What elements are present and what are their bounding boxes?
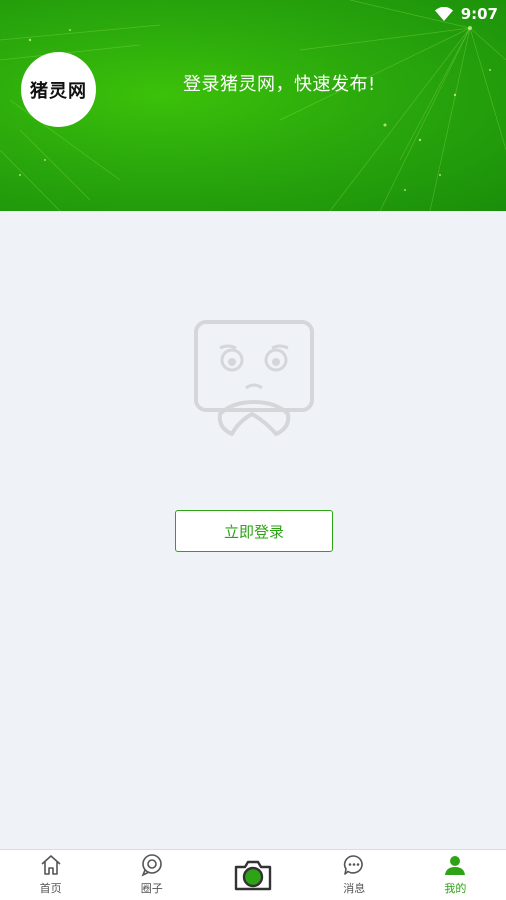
wifi-icon (434, 7, 453, 21)
logo-text: 猪灵网 (30, 80, 87, 102)
bottom-nav: 首页 圈子 消息 我的 (0, 849, 506, 900)
login-button[interactable]: 立即登录 (175, 510, 333, 552)
status-bar: 9:07 (434, 4, 498, 24)
nav-item-message[interactable]: 消息 (304, 850, 405, 900)
header-banner: 9:07 猪灵网 登录猪灵网，快速发布! (0, 0, 506, 211)
home-icon (41, 855, 61, 875)
nav-label-circle: 圈子 (140, 882, 163, 895)
user-icon (445, 856, 466, 875)
nav-item-circle[interactable]: 圈子 (101, 850, 202, 900)
nav-label-message: 消息 (343, 882, 366, 895)
login-prompt-title[interactable]: 登录猪灵网，快速发布! (183, 70, 376, 96)
camera-icon (234, 860, 272, 891)
circle-icon (141, 854, 162, 877)
nav-label-home: 首页 (39, 882, 62, 895)
sad-face-empty-icon (194, 320, 314, 436)
nav-item-mine[interactable]: 我的 (405, 850, 506, 900)
nav-item-camera[interactable] (202, 850, 303, 900)
message-icon (344, 855, 363, 875)
status-time: 9:07 (460, 5, 498, 23)
nav-item-home[interactable]: 首页 (0, 850, 101, 900)
site-logo[interactable]: 猪灵网 (21, 52, 96, 127)
nav-label-mine: 我的 (444, 882, 467, 895)
